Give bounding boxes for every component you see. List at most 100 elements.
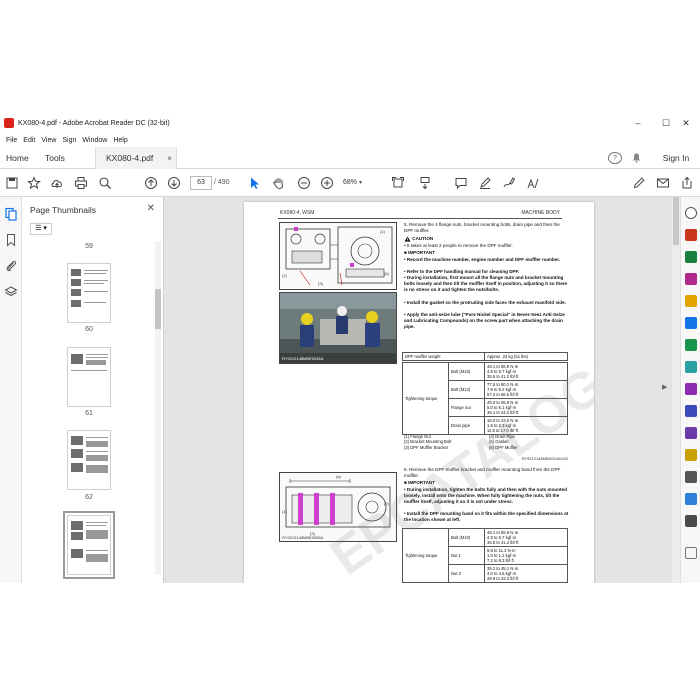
collapse-right-panel-icon[interactable]: ▶ (662, 383, 667, 391)
important-item: • Record the machine number, engine numb… (404, 257, 561, 262)
svg-text:(1): (1) (380, 229, 386, 234)
zoom-out-icon[interactable] (295, 174, 313, 192)
zoom-level-dropdown[interactable]: 68% ▾ (343, 176, 373, 190)
close-tab-icon[interactable]: × (167, 154, 172, 163)
dimension-label: (a) (336, 474, 341, 479)
protect-shield-icon[interactable] (685, 405, 697, 417)
thumbnail-options-button[interactable]: ☰ ▾ (30, 223, 52, 235)
torque-item-cell: Bolt (M10) (448, 528, 485, 547)
next-page-icon[interactable] (165, 174, 183, 192)
menu-window[interactable]: Window (82, 137, 107, 144)
torque-item-cell: Drain pipe (448, 416, 485, 435)
document-scrollbar[interactable] (672, 197, 680, 583)
close-window-button[interactable]: ✕ (672, 113, 700, 133)
scan-ocr-icon[interactable] (685, 361, 697, 373)
torque-value-cell: 9.8 to 11.3 N·m 1.0 to 1.2 kgf·m 7.2 to 8.… (484, 546, 568, 565)
scroll-mode-icon[interactable] (416, 174, 434, 192)
thumbnail-page-label: 60 (85, 326, 93, 333)
step-5-text: 5. Remove the 4 flange nuts, bracket mou… (404, 222, 560, 233)
print-production-icon[interactable] (685, 515, 697, 527)
more-tools-icon[interactable] (685, 471, 697, 483)
important-item-2: • Install the DPF mounting band so it fi… (404, 511, 569, 522)
torque-value-cell: 48.1 to 55.9 N·m 4.9 to 5.7 kgf·m 35.5 to … (484, 528, 568, 547)
important-heading-2: IMPORTANT (408, 480, 436, 485)
important-label: ■ IMPORTANT (404, 250, 436, 255)
bookmarks-icon[interactable] (4, 233, 18, 247)
thumbnails-scrollbar[interactable] (155, 241, 161, 575)
document-view[interactable]: KX080-4, WSM MACHINE BODY (1) (2) (3) (6… (164, 197, 680, 583)
print-icon[interactable] (72, 174, 90, 192)
tab-document-label: KX080-4.pdf (106, 153, 154, 163)
torque-label-cell: Tightening torque (402, 528, 449, 583)
thumbnail-page-61[interactable] (67, 347, 111, 407)
svg-text:(1): (1) (282, 509, 288, 514)
menu-file[interactable]: File (6, 137, 17, 144)
weight-table: DPF muffler weight Approx. 23 kg (51 lbs… (402, 352, 568, 361)
menu-view[interactable]: View (41, 137, 56, 144)
menu-sign[interactable]: Sign (62, 137, 76, 144)
attachments-clip-icon[interactable] (4, 259, 18, 273)
torque-value-cell: 77.5 to 90.2 N·m 7.9 to 9.2 kgf·m 57.2 to … (484, 380, 568, 399)
menu-help[interactable]: Help (113, 137, 127, 144)
hand-pan-icon[interactable] (270, 174, 288, 192)
previous-page-icon[interactable] (142, 174, 160, 192)
close-panel-icon[interactable]: ✕ (147, 203, 155, 214)
important-item: • Install the gasket so the protruding s… (404, 300, 566, 305)
search-tools-icon[interactable] (685, 207, 697, 219)
main-toolbar: 63 / 490 68% ▾ (0, 169, 700, 197)
fill-sign-icon[interactable] (524, 174, 542, 192)
menu-edit[interactable]: Edit (23, 137, 35, 144)
thumbnail-page-63[interactable] (63, 511, 115, 579)
select-cursor-icon[interactable] (246, 174, 264, 192)
draw-sign-icon[interactable] (500, 174, 518, 192)
page-thumbnails-icon[interactable] (4, 207, 18, 221)
tab-document[interactable]: KX080-4.pdf × (95, 147, 177, 169)
comment-icon[interactable] (452, 174, 470, 192)
create-pdf-icon[interactable] (685, 251, 697, 263)
page-total-label: / 490 (214, 179, 230, 186)
minimize-button[interactable]: – (624, 113, 652, 133)
sign-in-button[interactable]: Sign In (656, 150, 696, 166)
tab-home[interactable]: Home (6, 147, 29, 169)
page-number-input[interactable]: 63 (190, 176, 212, 190)
bookmark-star-icon[interactable] (25, 174, 43, 192)
export-pdf-icon[interactable] (685, 229, 697, 241)
tab-tools[interactable]: Tools (45, 147, 65, 169)
mounting-band-diagram: (1) (2) (3) (a) RY9212148MBE0036A (279, 472, 397, 542)
measure-tool-icon[interactable] (685, 449, 697, 461)
upload-cloud-icon[interactable] (48, 174, 66, 192)
send-for-review-icon[interactable] (685, 493, 697, 505)
highlight-pen-icon[interactable] (476, 174, 494, 192)
acrobat-window: KX080-4.pdf - Adobe Acrobat Reader DC (3… (0, 113, 700, 583)
torque-item-cell: Flange nut (448, 398, 485, 417)
organize-pages-icon[interactable] (685, 339, 697, 351)
notifications-bell-icon[interactable] (630, 150, 642, 166)
zoom-level-value: 68% (343, 179, 358, 186)
email-icon[interactable] (654, 174, 672, 192)
share-icon[interactable] (678, 174, 696, 192)
thumbnail-page-60[interactable] (67, 263, 111, 323)
chevron-down-icon: ▾ (358, 180, 362, 186)
layers-icon[interactable] (4, 285, 18, 299)
caution-label: CAUTION (412, 236, 434, 242)
request-signature-icon[interactable] (685, 427, 697, 439)
collapse-tools-icon[interactable] (685, 547, 697, 559)
help-icon[interactable]: ? (608, 152, 622, 164)
zoom-in-icon[interactable] (318, 174, 336, 192)
weight-value-cell: Approx. 23 kg (51 lbs) (484, 352, 568, 361)
page-header-right: MACHINE BODY (521, 210, 560, 216)
edit-pen-icon[interactable] (630, 174, 648, 192)
document-scroll-thumb[interactable] (673, 197, 679, 245)
acrobat-logo-icon (4, 118, 14, 128)
zoom-search-icon[interactable] (96, 174, 114, 192)
torque-table-2: Tightening torque Bolt (M10) 48.1 to 55.… (402, 528, 568, 583)
combine-files-icon[interactable] (685, 317, 697, 329)
torque-item-cell: Bolt (M10) (448, 362, 485, 381)
thumbnail-page-62[interactable] (67, 430, 111, 490)
thumbnails-scroll-thumb[interactable] (155, 289, 161, 329)
edit-pdf-icon[interactable] (685, 273, 697, 285)
fit-page-icon[interactable] (389, 174, 407, 192)
save-icon[interactable] (3, 174, 21, 192)
comment-tool-icon[interactable] (685, 295, 697, 307)
fill-sign-tool-icon[interactable] (685, 383, 697, 395)
